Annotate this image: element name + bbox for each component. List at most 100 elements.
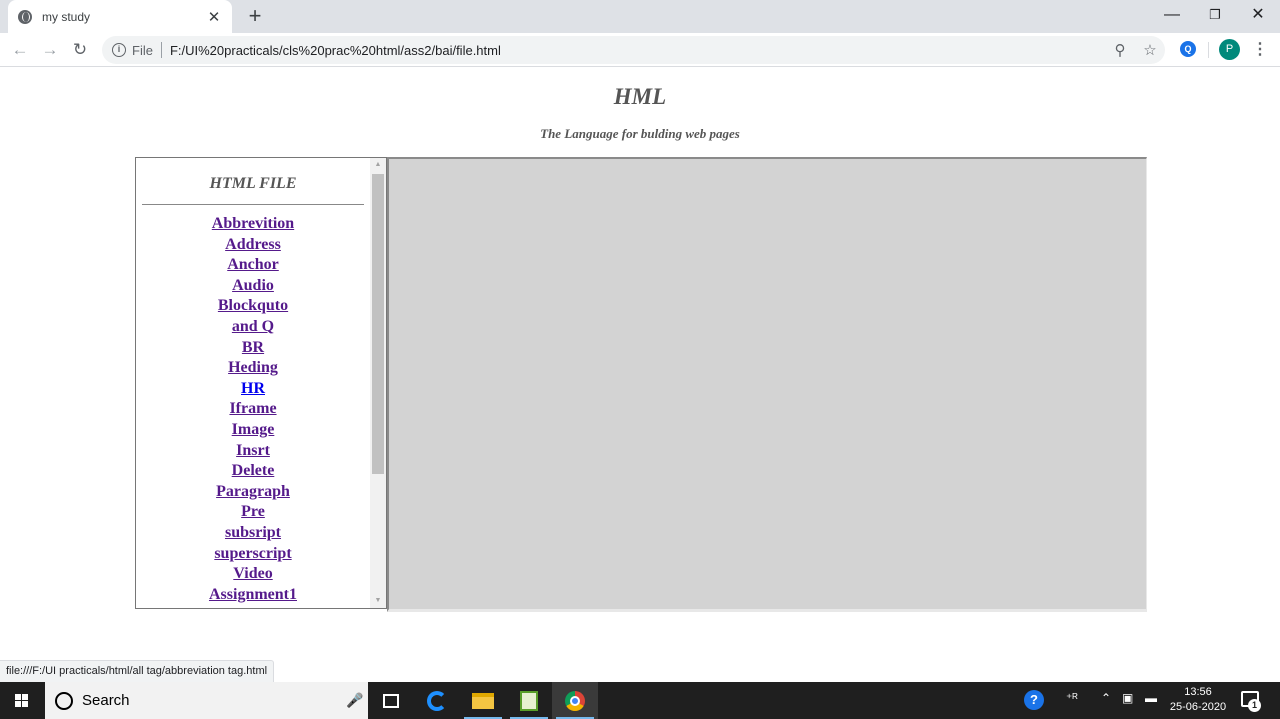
tab-strip: my study ✕ + — ❐ ✕ <box>0 0 1280 33</box>
windows-logo-icon <box>15 694 29 707</box>
link-assignment1[interactable]: Assignment1 <box>209 586 297 603</box>
start-button[interactable] <box>0 682 45 719</box>
zoom-icon[interactable]: ⚲ <box>1105 41 1135 59</box>
info-icon[interactable]: i <box>112 43 126 57</box>
list-item: Assignment1 <box>136 585 370 606</box>
list-item: superscript <box>136 544 370 565</box>
left-frame-content: HTML FILE Abbrevition Address Anchor Aud… <box>136 158 370 608</box>
microphone-icon[interactable]: 🎤 <box>342 692 368 709</box>
list-item: Pre <box>136 502 370 523</box>
address-separator <box>160 42 162 58</box>
link-insrt[interactable]: Insrt <box>236 442 270 459</box>
link-superscript[interactable]: superscript <box>214 545 291 562</box>
link-list: Abbrevition Address Anchor Audio Blockqu… <box>136 214 370 605</box>
back-arrow-icon[interactable]: ← <box>7 37 33 63</box>
taskbar-search-box[interactable]: Search 🎤 <box>45 682 368 719</box>
network-icon[interactable]: ▣ <box>1122 691 1133 705</box>
link-subsript[interactable]: subsript <box>225 524 281 541</box>
list-item: BR <box>136 338 370 359</box>
link-delete[interactable]: Delete <box>232 462 275 479</box>
link-heding[interactable]: Heding <box>228 359 278 376</box>
link-paragraph[interactable]: Paragraph <box>216 483 290 500</box>
browser-tab[interactable]: my study ✕ <box>8 0 232 33</box>
link-audio[interactable]: Audio <box>232 277 274 294</box>
show-hidden-icons-chevron-icon[interactable]: ⌃ <box>1101 691 1111 705</box>
search-placeholder: Search <box>82 692 130 709</box>
forward-arrow-icon[interactable]: → <box>37 37 63 63</box>
link-anchor[interactable]: Anchor <box>227 256 279 273</box>
new-tab-button[interactable]: + <box>244 4 266 28</box>
taskbar-edge[interactable] <box>414 682 460 719</box>
list-item: Abbrevition <box>136 214 370 235</box>
list-item: Audio <box>136 276 370 297</box>
frame-heading: HTML FILE <box>209 175 297 192</box>
people-icon[interactable]: ⁺ᴿ <box>1066 691 1078 705</box>
page-title: HML <box>613 84 667 109</box>
window-close-button[interactable]: ✕ <box>1238 2 1278 28</box>
list-item: Video <box>136 564 370 585</box>
tab-title: my study <box>42 9 91 24</box>
taskbar-chrome[interactable] <box>552 682 598 719</box>
taskbar: Search 🎤 ? ⁺ᴿ ⌃ ▣ ▬ 13:56 25-06-2020 1 <box>0 682 1280 719</box>
scroll-down-arrow-icon[interactable]: ▼ <box>370 594 386 608</box>
link-blockquto[interactable]: Blockquto <box>218 297 288 314</box>
scroll-thumb[interactable] <box>372 174 384 474</box>
link-hr[interactable]: HR <box>241 380 265 397</box>
battery-icon[interactable]: ▬ <box>1145 691 1157 705</box>
left-frame: HTML FILE Abbrevition Address Anchor Aud… <box>135 157 387 609</box>
list-item: Iframe <box>136 399 370 420</box>
list-item: Blockquto <box>136 296 370 317</box>
link-and-q[interactable]: and Q <box>232 318 274 335</box>
link-pre[interactable]: Pre <box>241 503 265 520</box>
clock-time: 13:56 <box>1184 686 1212 698</box>
reload-icon[interactable]: ↻ <box>67 37 93 63</box>
taskbar-notepad[interactable] <box>506 682 552 719</box>
scroll-up-arrow-icon[interactable]: ▲ <box>370 158 386 172</box>
link-abbrevition[interactable]: Abbrevition <box>212 215 294 232</box>
cortana-icon <box>55 691 73 710</box>
list-item: HR <box>136 379 370 400</box>
folder-icon <box>472 692 494 709</box>
list-item: and Q <box>136 317 370 338</box>
link-image[interactable]: Image <box>232 421 275 438</box>
task-view-icon <box>383 693 399 708</box>
task-view-button[interactable] <box>368 682 414 719</box>
page-subtitle: The Language for bulding web pages <box>540 126 740 141</box>
menu-dots-icon[interactable]: ⋮ <box>1250 39 1270 61</box>
bookmark-star-icon[interactable]: ☆ <box>1135 41 1165 59</box>
address-bar[interactable]: i File F:/UI%20practicals/cls%20prac%20h… <box>102 36 1165 64</box>
link-video[interactable]: Video <box>233 565 272 582</box>
address-url[interactable]: F:/UI%20practicals/cls%20prac%20html/ass… <box>170 43 1105 58</box>
list-item: subsript <box>136 523 370 544</box>
right-content-frame <box>387 157 1147 612</box>
minimize-button[interactable]: — <box>1152 2 1192 28</box>
extension-icon[interactable]: Q <box>1180 41 1196 57</box>
list-item: Delete <box>136 461 370 482</box>
list-item: Image <box>136 420 370 441</box>
notepad-icon <box>520 690 538 711</box>
list-item: Heding <box>136 358 370 379</box>
browser-toolbar: ← → ↻ i File F:/UI%20practicals/cls%20pr… <box>0 33 1280 67</box>
globe-icon <box>18 9 32 24</box>
edge-icon <box>427 690 447 711</box>
toolbar-divider <box>1208 42 1209 58</box>
frame-scrollbar[interactable]: ▲ ▼ <box>370 158 386 608</box>
link-address[interactable]: Address <box>225 236 281 253</box>
status-url-bubble: file:///F:/UI practicals/html/all tag/ab… <box>0 660 275 682</box>
clock-date: 25-06-2020 <box>1169 701 1227 713</box>
address-scheme-label: File <box>132 42 153 58</box>
list-item: Anchor <box>136 255 370 276</box>
tab-close-button[interactable]: ✕ <box>206 8 222 26</box>
list-item: Address <box>136 235 370 256</box>
profile-avatar[interactable]: P <box>1219 39 1240 60</box>
list-item: Insrt <box>136 441 370 462</box>
link-br[interactable]: BR <box>242 339 264 356</box>
system-clock[interactable]: 13:56 25-06-2020 <box>1160 685 1236 715</box>
help-icon[interactable]: ? <box>1024 690 1044 710</box>
taskbar-file-explorer[interactable] <box>460 682 506 719</box>
frame-divider <box>142 204 364 205</box>
restore-button[interactable]: ❐ <box>1195 2 1235 28</box>
page-viewport: HML The Language for bulding web pages H… <box>0 68 1280 682</box>
link-iframe[interactable]: Iframe <box>229 400 276 417</box>
notification-badge: 1 <box>1248 699 1261 712</box>
